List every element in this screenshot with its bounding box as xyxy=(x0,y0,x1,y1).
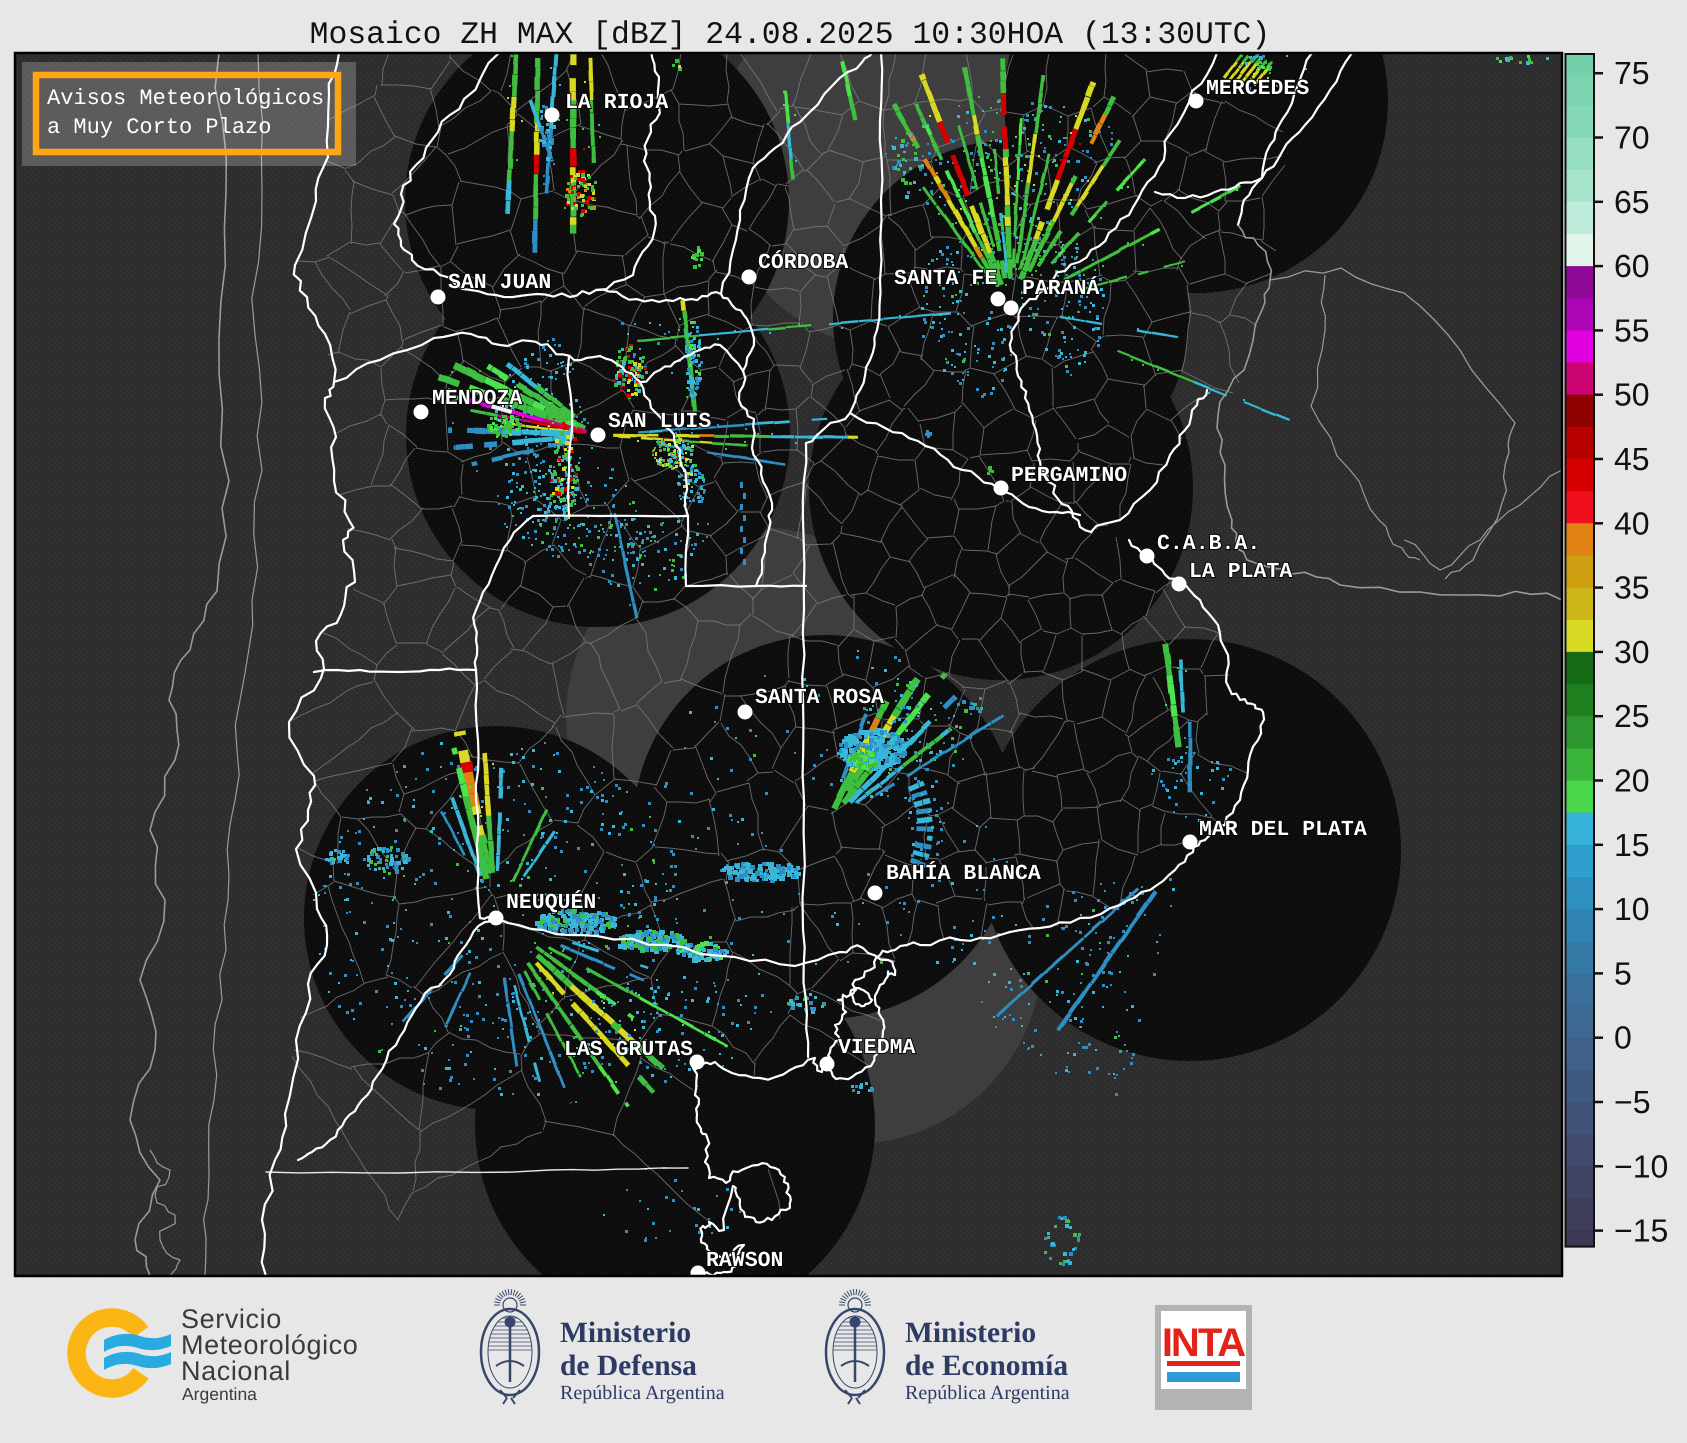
svg-text:5: 5 xyxy=(1614,955,1632,991)
svg-text:45: 45 xyxy=(1614,441,1650,477)
svg-text:−15: −15 xyxy=(1614,1213,1668,1249)
svg-text:C.A.B.A.: C.A.B.A. xyxy=(1157,532,1260,556)
svg-text:NEUQUÉN: NEUQUÉN xyxy=(506,890,596,915)
svg-text:−10: −10 xyxy=(1614,1148,1668,1184)
svg-text:SANTA ROSA: SANTA ROSA xyxy=(755,686,884,710)
svg-text:60: 60 xyxy=(1614,248,1650,284)
svg-text:SANTA FE: SANTA FE xyxy=(894,267,997,291)
svg-text:25: 25 xyxy=(1614,698,1650,734)
svg-text:Mosaico ZH MAX [dBZ] 24.08.202: Mosaico ZH MAX [dBZ] 24.08.2025 10:30HOA… xyxy=(310,18,1271,53)
svg-text:PARANÁ: PARANÁ xyxy=(1022,276,1100,301)
svg-text:10: 10 xyxy=(1614,891,1650,927)
svg-text:65: 65 xyxy=(1614,184,1650,220)
svg-text:CÓRDOBA: CÓRDOBA xyxy=(758,250,848,275)
svg-text:LAS GRUTAS: LAS GRUTAS xyxy=(564,1038,693,1062)
svg-text:Nacional: Nacional xyxy=(181,1356,291,1386)
svg-text:MERCEDES: MERCEDES xyxy=(1206,77,1309,101)
svg-text:15: 15 xyxy=(1614,827,1650,863)
svg-text:LA RIOJA: LA RIOJA xyxy=(565,91,668,115)
svg-text:−5: −5 xyxy=(1614,1084,1650,1120)
svg-text:55: 55 xyxy=(1614,312,1650,348)
svg-text:RAWSON: RAWSON xyxy=(706,1249,783,1273)
svg-text:VIEDMA: VIEDMA xyxy=(838,1036,916,1060)
svg-text:40: 40 xyxy=(1614,505,1650,541)
svg-text:30: 30 xyxy=(1614,634,1650,670)
svg-text:a Muy Corto Plazo: a Muy Corto Plazo xyxy=(47,115,271,140)
svg-text:MAR DEL PLATA: MAR DEL PLATA xyxy=(1199,818,1367,842)
svg-text:PERGAMINO: PERGAMINO xyxy=(1011,464,1127,488)
svg-text:75: 75 xyxy=(1614,55,1650,91)
svg-text:SAN LUIS: SAN LUIS xyxy=(608,410,711,434)
svg-text:20: 20 xyxy=(1614,763,1650,799)
svg-text:50: 50 xyxy=(1614,377,1650,413)
svg-text:Argentina: Argentina xyxy=(182,1384,257,1404)
svg-text:35: 35 xyxy=(1614,570,1650,606)
svg-text:70: 70 xyxy=(1614,120,1650,156)
svg-text:Avisos Meteorológicos: Avisos Meteorológicos xyxy=(47,86,324,111)
svg-text:MENDOZA: MENDOZA xyxy=(432,387,522,411)
svg-text:0: 0 xyxy=(1614,1020,1632,1056)
svg-text:BAHÍA BLANCA: BAHÍA BLANCA xyxy=(886,861,1041,886)
svg-text:LA PLATA: LA PLATA xyxy=(1189,560,1292,584)
svg-text:SAN JUAN: SAN JUAN xyxy=(448,271,551,295)
